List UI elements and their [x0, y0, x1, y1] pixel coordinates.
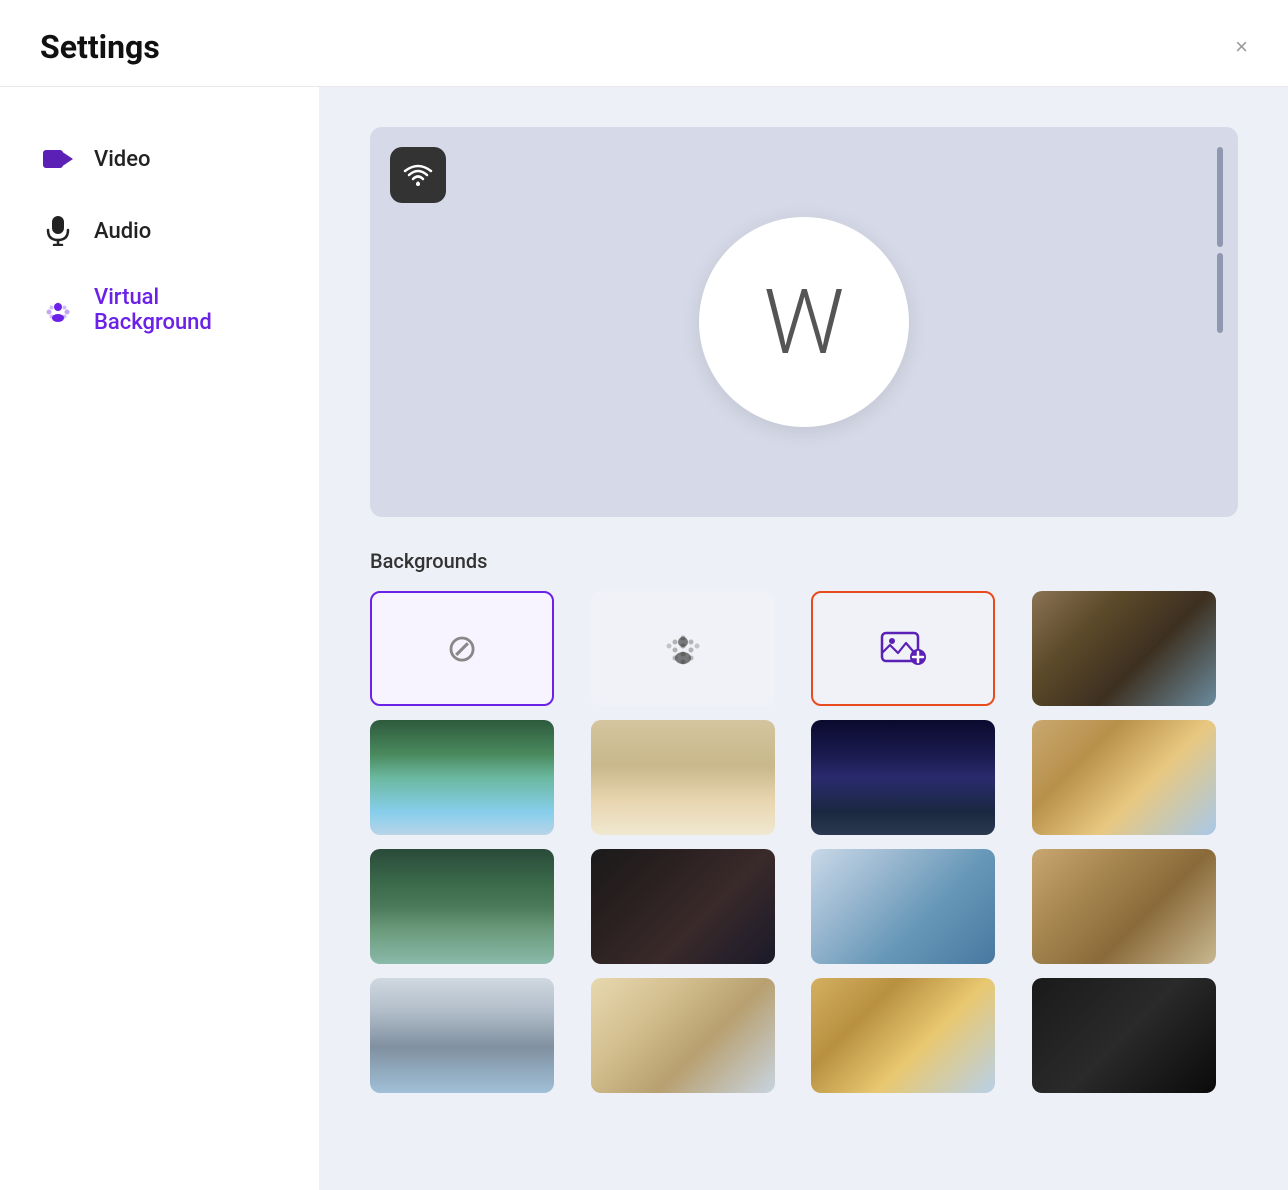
sidebar-label-audio: Audio [94, 219, 151, 244]
sidebar-item-audio[interactable]: Audio [30, 199, 289, 263]
video-preview: W [370, 127, 1238, 517]
scrollbar-thumb-bottom [1217, 253, 1223, 333]
background-night-sky[interactable] [811, 720, 995, 835]
scrollbar[interactable] [1216, 147, 1224, 497]
background-art-grid[interactable] [811, 978, 995, 1093]
sidebar-label-video: Video [94, 147, 150, 172]
virtual-bg-icon [40, 292, 76, 328]
video-camera-icon [40, 141, 76, 177]
background-add[interactable] [811, 591, 995, 706]
add-image-icon [880, 629, 926, 669]
avatar: W [699, 217, 909, 427]
background-dark-texture[interactable] [1032, 978, 1216, 1093]
sidebar-item-video[interactable]: Video [30, 127, 289, 191]
sidebar-item-virtual-background[interactable]: Virtual Background [30, 271, 289, 349]
backgrounds-section-label: Backgrounds [370, 549, 1238, 573]
wifi-badge [390, 147, 446, 203]
right-panel: W Backgrounds ⊘ [320, 87, 1288, 1190]
blur-icon [661, 628, 705, 670]
backgrounds-grid: ⊘ [370, 591, 1238, 1093]
sidebar: Video Audio [0, 87, 320, 1190]
background-terrace[interactable] [1032, 720, 1216, 835]
background-mountain-lake[interactable] [370, 720, 554, 835]
no-background-icon: ⊘ [446, 626, 478, 671]
background-curtain-room[interactable] [591, 978, 775, 1093]
main-content: Video Audio [0, 87, 1288, 1190]
dialog-header: Settings × [0, 0, 1288, 87]
background-dark-room[interactable] [591, 849, 775, 964]
background-none[interactable]: ⊘ [370, 591, 554, 706]
background-kitchen[interactable] [591, 720, 775, 835]
background-abstract-blue[interactable] [811, 849, 995, 964]
background-lake-boat[interactable] [370, 849, 554, 964]
settings-dialog: Settings × Video [0, 0, 1288, 1190]
close-button[interactable]: × [1235, 36, 1248, 58]
background-modern-room[interactable] [1032, 849, 1216, 964]
background-blur[interactable] [591, 591, 775, 706]
sidebar-label-virtual-background: Virtual Background [94, 285, 279, 335]
microphone-icon [40, 213, 76, 249]
background-bright-room[interactable] [370, 978, 554, 1093]
scrollbar-thumb-top [1217, 147, 1223, 247]
dialog-title: Settings [40, 28, 160, 66]
background-room-windows[interactable] [1032, 591, 1216, 706]
avatar-letter: W [764, 270, 845, 375]
